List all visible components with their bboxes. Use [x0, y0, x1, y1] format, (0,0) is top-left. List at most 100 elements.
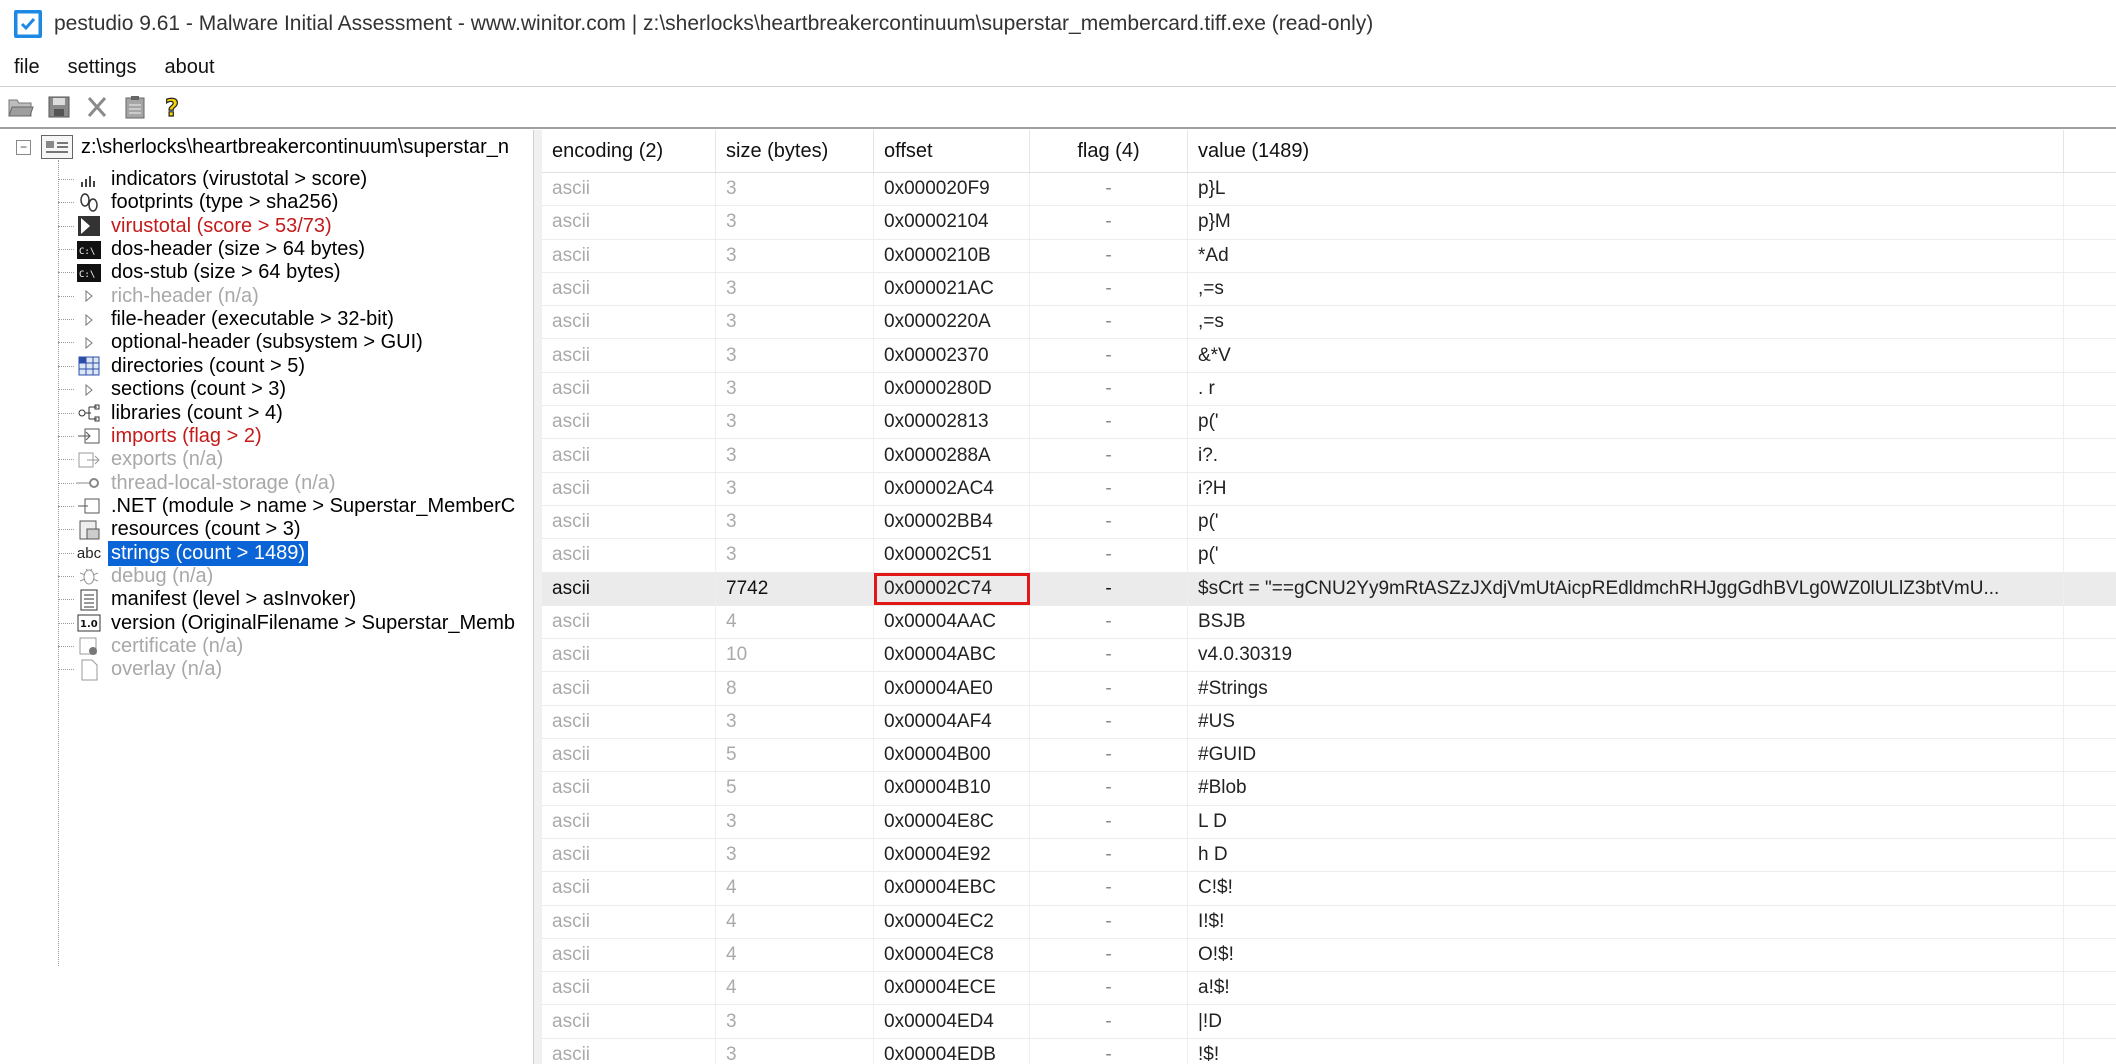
- clipboard-icon[interactable]: [118, 90, 152, 124]
- menu-file[interactable]: file: [0, 56, 54, 79]
- menu-about[interactable]: about: [151, 56, 229, 79]
- open-icon[interactable]: [4, 90, 38, 124]
- column-header-flag[interactable]: flag (4): [1030, 130, 1188, 172]
- table-row[interactable]: ascii 3 0x00004ED4- |!D: [542, 1005, 2116, 1039]
- help-icon[interactable]: ?: [156, 90, 190, 124]
- cell-offset: 0x000021AC: [874, 272, 1030, 306]
- tree-connector: [58, 646, 74, 647]
- table-row[interactable]: ascii 4 0x00004ECE - a!$!: [542, 972, 2116, 1006]
- collapse-icon[interactable]: −: [16, 139, 31, 155]
- cell-encoding: ascii: [542, 439, 716, 472]
- column-header-size[interactable]: size (bytes): [716, 130, 874, 172]
- cell-flag: -: [1030, 339, 1188, 372]
- table-row[interactable]: ascii 4 0x00004AAC - BSJB: [542, 605, 2116, 640]
- cell-flag: -: [1030, 905, 1188, 938]
- svg-text:C:\: C:\: [79, 270, 95, 280]
- cell-encoding: ascii: [542, 872, 716, 905]
- cell-encoding: ascii: [542, 672, 716, 705]
- tree-root[interactable]: − z:\sherlocks\heartbreakercontinuum\sup…: [16, 132, 509, 162]
- cell-value: p}L: [1188, 173, 2064, 206]
- table-row[interactable]: ascii 3 0x00002370- &*V: [542, 339, 2116, 373]
- cell-size: 3: [716, 1038, 874, 1064]
- tree-connector: [58, 412, 74, 414]
- cell-encoding: ascii: [542, 639, 716, 672]
- cell-flag: -: [1030, 639, 1188, 672]
- cell-encoding: ascii: [542, 406, 716, 439]
- table-row[interactable]: ascii 7742 0x00002C74- $sCrt = "==gCNU2Yy9m…: [542, 572, 2116, 606]
- table-row[interactable]: ascii 3 0x00002813- p(': [542, 406, 2116, 440]
- cell-flag: -: [1030, 739, 1188, 772]
- cell-value: &*V: [1188, 339, 2064, 372]
- cell-value: $sCrt = "==gCNU2Yy9mRtASZzJXdjVmUtAicpRE…: [1188, 572, 2064, 605]
- cell-flag: -: [1030, 505, 1188, 539]
- cell-size: 3: [716, 239, 874, 272]
- cell-flag: -: [1030, 705, 1188, 739]
- table-row[interactable]: ascii 4 0x00004EC8- O!$!: [542, 938, 2116, 973]
- cell-encoding: ascii: [542, 1038, 716, 1064]
- table-row[interactable]: ascii 3 0x00002104- p}M: [542, 206, 2116, 240]
- cell-value: i?.: [1188, 439, 2064, 472]
- table-row[interactable]: ascii 10 0x00004ABC - v4.0.30319: [542, 639, 2116, 673]
- cell-size: 3: [716, 805, 874, 838]
- cell-flag: -: [1030, 272, 1188, 306]
- menu-settings[interactable]: settings: [54, 56, 151, 79]
- cell-encoding: ascii: [542, 805, 716, 838]
- cut-icon[interactable]: [80, 90, 114, 124]
- table-row[interactable]: ascii 3 0x000020F9- p}L: [542, 173, 2116, 207]
- table-row[interactable]: ascii 3 0x0000280D -. r: [542, 372, 2116, 407]
- table-row[interactable]: ascii 5 0x00004B00- #GUID: [542, 739, 2116, 773]
- cell-flag: -: [1030, 472, 1188, 505]
- tree-connector: [58, 575, 74, 577]
- tree-connector: [58, 202, 74, 204]
- table-row[interactable]: ascii 3 0x000021AC - ,=s: [542, 272, 2116, 307]
- cell-size: 4: [716, 872, 874, 905]
- column-header-encoding[interactable]: encoding (2): [542, 130, 716, 172]
- cell-value: BSJB: [1188, 605, 2064, 639]
- table-row[interactable]: ascii 3 0x00004E92- h D: [542, 838, 2116, 873]
- tree-item[interactable]: overlay (n/a): [58, 654, 225, 685]
- cell-value: ,=s: [1188, 272, 2064, 306]
- table-row[interactable]: ascii 3 0x00004EDB - !$!: [542, 1038, 2116, 1064]
- cell-value: O!$!: [1188, 938, 2064, 972]
- cell-offset: 0x00004EC2: [874, 905, 1030, 938]
- cell-value: . r: [1188, 372, 2064, 406]
- column-header-offset[interactable]: offset: [874, 130, 1030, 172]
- cell-offset: 0x00004E8C: [874, 805, 1030, 838]
- table-row[interactable]: ascii 3 0x00002AC4- i?H: [542, 472, 2116, 506]
- save-icon[interactable]: [42, 90, 76, 124]
- table-row[interactable]: ascii 3 0x0000220A - ,=s: [542, 306, 2116, 340]
- cell-size: 4: [716, 938, 874, 972]
- cell-offset: 0x0000220A: [874, 306, 1030, 339]
- tree-connector: [58, 249, 74, 251]
- table-row[interactable]: ascii 3 0x0000288A - i?.: [542, 439, 2116, 473]
- cell-value: i?H: [1188, 472, 2064, 505]
- cell-encoding: ascii: [542, 938, 716, 972]
- cell-flag: -: [1030, 805, 1188, 838]
- tree-connector: [58, 389, 74, 391]
- cell-size: 4: [716, 905, 874, 938]
- cell-offset: 0x00004ECE: [874, 972, 1030, 1005]
- cell-offset: 0x00004ABC: [874, 639, 1030, 672]
- cell-value: #Strings: [1188, 672, 2064, 705]
- cell-offset: 0x00002104: [874, 206, 1030, 239]
- tree-connector: [58, 272, 74, 274]
- cell-offset: 0x00004AE0: [874, 672, 1030, 705]
- table-row[interactable]: ascii 8 0x00004AE0- #Strings: [542, 672, 2116, 706]
- table-row[interactable]: ascii 3 0x00004AF4- #US: [542, 705, 2116, 740]
- column-header-value[interactable]: value (1489): [1188, 130, 2064, 172]
- tree-connector: [58, 319, 74, 321]
- cell-flag: -: [1030, 206, 1188, 239]
- checkbox-app-icon: [14, 10, 42, 38]
- table-row[interactable]: ascii 5 0x00004B10- #Blob: [542, 772, 2116, 806]
- cell-offset: 0x00004AAC: [874, 605, 1030, 639]
- table-row[interactable]: ascii 4 0x00004EC2- I!$!: [542, 905, 2116, 939]
- table-row[interactable]: ascii 3 0x0000210B - *Ad: [542, 239, 2116, 273]
- cell-flag: -: [1030, 173, 1188, 206]
- cell-encoding: ascii: [542, 1005, 716, 1038]
- table-row[interactable]: ascii 4 0x00004EBC - C!$!: [542, 872, 2116, 906]
- cell-size: 5: [716, 739, 874, 772]
- table-row[interactable]: ascii 3 0x00004E8C - L D: [542, 805, 2116, 839]
- cell-offset: 0x00002C51: [874, 539, 1030, 572]
- table-row[interactable]: ascii 3 0x00002BB4- p(': [542, 505, 2116, 540]
- table-row[interactable]: ascii 3 0x00002C51- p(': [542, 539, 2116, 573]
